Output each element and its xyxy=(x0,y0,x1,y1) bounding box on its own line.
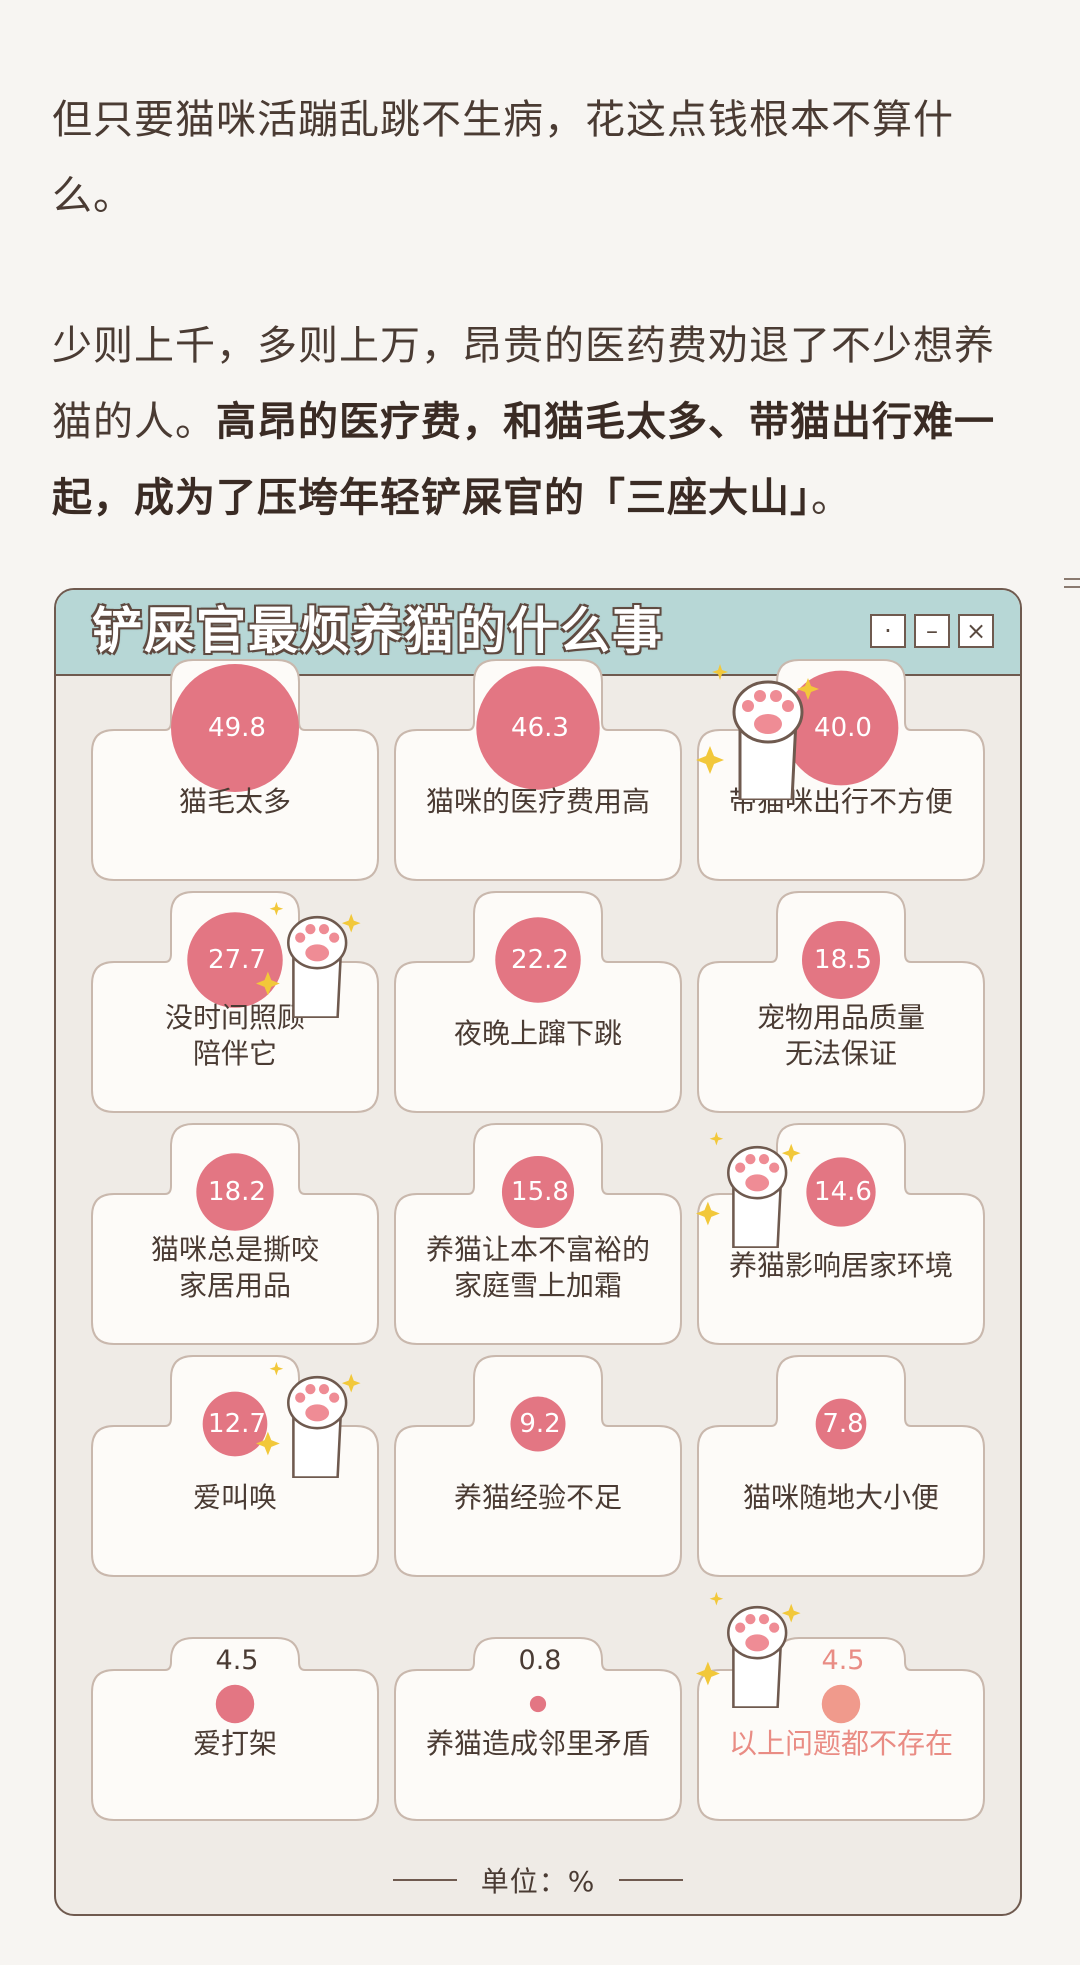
chart-card-frame xyxy=(394,1355,682,1577)
category-label: 猫咪总是撕咬 家居用品 xyxy=(150,1233,319,1302)
cat-paw-icon xyxy=(696,664,819,800)
article: 但只要猫咪活蹦乱跳不生病，花这点钱根本不算什么。 少则上千，多则上万，昂贵的医药… xyxy=(52,82,1032,536)
value-label: 18.5 xyxy=(814,945,872,975)
chart-card: 0.8 养猫造成邻里矛盾 xyxy=(394,1637,682,1824)
value-label: 49.8 xyxy=(208,713,266,743)
window-dot-button[interactable]: · xyxy=(870,614,906,648)
category-label: 养猫影响居家环境 xyxy=(728,1249,953,1282)
category-label: 宠物用品质量 无法保证 xyxy=(756,1001,925,1070)
category-label: 猫咪的医疗费用高 xyxy=(425,785,650,818)
category-label: 养猫让本不富裕的 家庭雪上加霜 xyxy=(425,1233,650,1302)
cat-paw-icon xyxy=(256,1361,361,1478)
chart-title: 铲屎官最烦养猫的什么事 xyxy=(92,602,664,660)
chart-card-frame xyxy=(394,659,682,881)
category-label: 夜晚上蹿下跳 xyxy=(453,1017,622,1050)
unit-line-left xyxy=(392,1879,457,1881)
category-label: 爱叫唤 xyxy=(192,1481,277,1514)
category-label: 养猫造成邻里矛盾 xyxy=(425,1727,650,1760)
paragraph-2-end: 。 xyxy=(811,475,852,521)
window-minimize-button[interactable]: – xyxy=(914,614,950,648)
value-label: 46.3 xyxy=(511,713,569,743)
unit-label: 单位：% xyxy=(480,1865,596,1898)
value-label: 15.8 xyxy=(511,1177,569,1207)
category-label: 猫咪随地大小便 xyxy=(742,1481,939,1514)
chart-card-frame xyxy=(697,1355,985,1577)
chart-card-frame xyxy=(91,659,379,881)
category-label: 以上问题都不存在 xyxy=(728,1727,953,1760)
value-label: 9.2 xyxy=(519,1409,561,1439)
chart-card: 18.5 宠物用品质量 无法保证 xyxy=(697,891,985,1116)
chart-window: 铲屎官最烦养猫的什么事 · – × 49.8 猫毛太多 46.3 猫咪的医疗费用高 40… xyxy=(54,588,1022,1916)
cat-paw-icon xyxy=(696,1591,801,1708)
window-controls: · – × xyxy=(870,614,994,648)
value-bubble xyxy=(529,1695,547,1713)
value-label: 4.5 xyxy=(215,1645,259,1676)
value-bubble xyxy=(215,1684,255,1724)
side-mark-icon xyxy=(1064,578,1080,592)
chart-card: 46.3 猫咪的医疗费用高 xyxy=(394,659,682,884)
chart-card: 7.8 猫咪随地大小便 xyxy=(697,1355,985,1580)
unit-line-right xyxy=(619,1879,684,1881)
window-close-button[interactable]: × xyxy=(958,614,994,648)
value-bubble xyxy=(821,1684,861,1724)
paragraph-1: 但只要猫咪活蹦乱跳不生病，花这点钱根本不算什么。 xyxy=(52,97,954,219)
paragraph-2: 少则上千，多则上万，昂贵的医药费劝退了不少想养猫的人。高昂的医疗费，和猫毛太多、… xyxy=(52,308,1032,536)
category-label: 爱打架 xyxy=(192,1727,277,1760)
unit-caption: 单位：% xyxy=(56,1860,1020,1900)
value-label: 0.8 xyxy=(518,1645,562,1676)
chart-card: 4.5 爱打架 xyxy=(91,1637,379,1824)
category-label: 猫毛太多 xyxy=(178,785,291,818)
category-label: 养猫经验不足 xyxy=(453,1481,622,1514)
value-label: 7.8 xyxy=(822,1409,864,1439)
cat-paw-icon xyxy=(696,1131,801,1248)
chart-card-frame xyxy=(394,891,682,1113)
value-label: 18.2 xyxy=(208,1177,266,1207)
chart-card: 15.8 养猫让本不富裕的 家庭雪上加霜 xyxy=(394,1123,682,1348)
chart-card: 49.8 猫毛太多 xyxy=(91,659,379,884)
cat-paw-icon xyxy=(256,901,361,1018)
value-label: 22.2 xyxy=(511,945,569,975)
chart-card: 22.2 夜晚上蹿下跳 xyxy=(394,891,682,1116)
card-shape xyxy=(394,1355,682,1577)
card-shape xyxy=(697,1355,985,1577)
chart-card: 9.2 养猫经验不足 xyxy=(394,1355,682,1580)
chart-card: 18.2 猫咪总是撕咬 家居用品 xyxy=(91,1123,379,1348)
